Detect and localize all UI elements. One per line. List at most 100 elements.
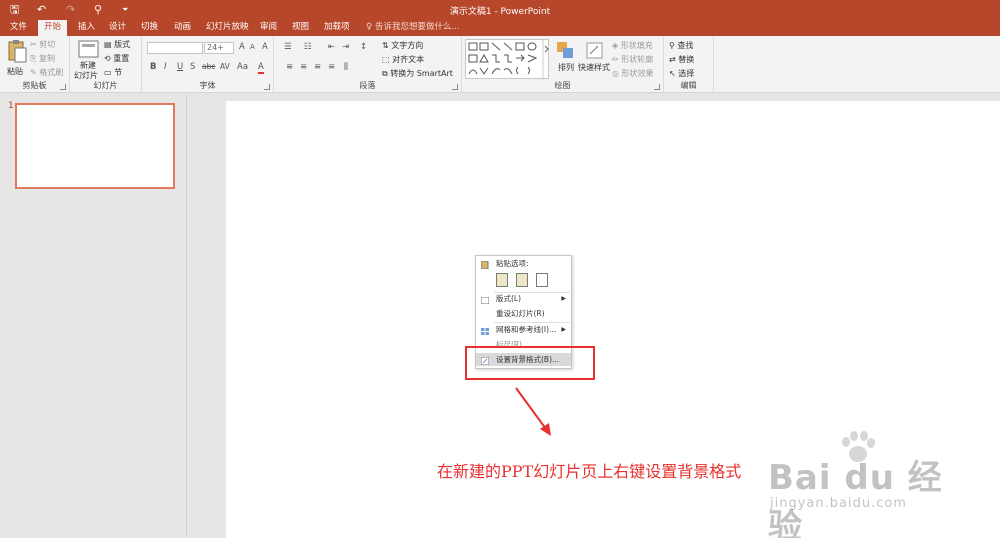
paste-use-destination-theme-icon[interactable] (496, 273, 508, 287)
tab-addins[interactable]: 加载项 (318, 20, 356, 36)
decrease-indent-icon[interactable]: ⇤ (328, 42, 335, 52)
drawing-launcher-icon[interactable] (654, 84, 660, 90)
group-font: 24+ A A A B I U S abc AV Aa A 字体 (142, 36, 274, 93)
bullets-icon[interactable]: ☰ (284, 42, 292, 52)
font-color-button[interactable]: A (258, 62, 264, 74)
align-left-icon[interactable]: ≡ (286, 62, 293, 72)
paint-bucket-icon: ◈ (612, 41, 621, 50)
grid-icon (481, 326, 489, 335)
paste-icon[interactable] (6, 40, 28, 64)
change-case-button[interactable]: Aa (237, 62, 248, 72)
smartart-button[interactable]: ⧉ 转换为 SmartArt (382, 68, 453, 79)
scissors-icon: ✂ (30, 40, 40, 49)
watermark-logo: Bai du 经验 (768, 458, 943, 538)
tell-me-text: 告诉我您想要做什么... (374, 22, 460, 32)
tab-view[interactable]: 视图 (286, 20, 315, 36)
font-name-combo[interactable] (147, 42, 203, 54)
italic-button[interactable]: I (164, 62, 167, 72)
tab-insert[interactable]: 插入 (72, 20, 101, 36)
pen-icon: ✏ (612, 55, 622, 64)
submenu-arrow-icon: ▶ (561, 295, 566, 302)
paragraph-launcher-icon[interactable] (452, 84, 458, 90)
submenu-arrow-icon: ▶ (561, 326, 566, 333)
group-slides: 新建 幻灯片 ▤ 版式 ⟲ 重置 ▭ 节 幻灯片 (70, 36, 142, 93)
find-button[interactable]: ⚲ 查找 (669, 40, 693, 51)
paragraph-group-label: 段落 (359, 81, 376, 90)
tab-slideshow[interactable]: 幻灯片放映 (200, 20, 255, 36)
highlight-box (465, 346, 595, 380)
strikethrough-button[interactable]: abc (202, 62, 215, 71)
reset-button[interactable]: ⟲ 重置 (104, 53, 129, 64)
select-button[interactable]: ↖ 选择 (669, 68, 694, 79)
clipboard-launcher-icon[interactable] (60, 84, 66, 90)
align-text-button[interactable]: ⬚ 对齐文本 (382, 54, 424, 65)
reset-icon: ⟲ (104, 54, 114, 63)
tab-review[interactable]: 审阅 (254, 20, 283, 36)
editing-group-label: 编辑 (680, 81, 697, 90)
replace-icon: ⇄ (669, 55, 679, 64)
paste-options-header: 粘贴选项: (476, 257, 571, 270)
tab-file[interactable]: 文件 (4, 20, 33, 36)
group-paragraph: ☰ ☷ ⇤ ⇥ ↕ ⇅ 文字方向 ⬚ 对齐文本 ⧉ 转换为 SmartArt ≡… (274, 36, 462, 93)
quick-styles-button[interactable]: 快速样式 (578, 62, 610, 73)
slide-thumbnail-pane: 1 (0, 94, 187, 538)
underline-button[interactable]: U (177, 62, 183, 72)
watermark-url: jingyan.baidu.com (770, 496, 907, 511)
paste-keep-text-only-icon[interactable] (535, 273, 548, 287)
text-direction-button[interactable]: ⇅ 文字方向 (382, 40, 423, 51)
layout-icon (480, 295, 490, 305)
tab-home[interactable]: 开始 (38, 20, 68, 36)
clear-format-button[interactable]: A (262, 42, 268, 52)
arrange-icon[interactable] (555, 40, 577, 64)
shadow-button[interactable]: S (190, 62, 195, 72)
font-group-label: 字体 (199, 81, 216, 90)
menu-item-layout[interactable]: 版式(L) ▶ (476, 292, 571, 305)
line-spacing-icon[interactable]: ↕ (360, 42, 367, 52)
shape-effects-button[interactable]: ◎ 形状效果 (612, 68, 654, 79)
section-button[interactable]: ▭ 节 (104, 67, 122, 78)
align-text-icon: ⬚ (382, 55, 393, 64)
shapes-gallery-icons (468, 40, 549, 80)
justify-icon[interactable]: ≡ (328, 62, 335, 72)
numbering-icon[interactable]: ☷ (304, 42, 312, 52)
font-size-combo[interactable]: 24+ (204, 42, 234, 54)
slide-number: 1 (8, 101, 14, 111)
slide-thumbnail[interactable] (15, 103, 175, 189)
paste-keep-source-format-icon[interactable] (515, 273, 528, 287)
tell-me-box[interactable]: ♀ 告诉我您想要做什么... (366, 20, 460, 36)
menu-item-reset-slide[interactable]: 重设幻灯片(R) (476, 307, 571, 320)
shrink-font-button[interactable]: A (250, 43, 255, 51)
clipboard-group-label: 剪贴板 (22, 81, 47, 90)
slides-group-label: 幻灯片 (93, 81, 118, 90)
cursor-icon: ↖ (669, 69, 679, 78)
clipboard-icon (480, 260, 489, 270)
shape-fill-button[interactable]: ◈ 形状填充 (612, 40, 653, 51)
window-title: 演示文稿1 - PowerPoint (449, 7, 551, 17)
align-right-icon[interactable]: ≡ (314, 62, 321, 72)
replace-button[interactable]: ⇄ 替换 (669, 54, 694, 65)
columns-icon[interactable]: ⫼ (344, 62, 348, 72)
format-painter-button[interactable]: ✎ 格式刷 (30, 67, 63, 78)
shapes-gallery[interactable] (465, 39, 549, 80)
menu-item-grid-guides[interactable]: 网格和参考线(I)... ▶ (476, 323, 571, 336)
cut-button[interactable]: ✂ 剪切 (30, 39, 55, 50)
grow-font-button[interactable]: A (239, 42, 245, 52)
increase-indent-icon[interactable]: ⇥ (342, 42, 349, 52)
font-launcher-icon[interactable] (264, 84, 270, 90)
layout-icon: ▤ (104, 40, 115, 49)
char-spacing-button[interactable]: AV (220, 62, 230, 71)
copy-button[interactable]: ⎘ 复制 (30, 53, 55, 64)
layout-button[interactable]: ▤ 版式 (104, 39, 130, 50)
align-center-icon[interactable]: ≡ (300, 62, 307, 72)
bold-button[interactable]: B (150, 62, 156, 72)
tab-animations[interactable]: 动画 (168, 20, 197, 36)
annotation-caption: 在新建的PPT幻灯片页上右键设置背景格式 (437, 462, 742, 481)
watermark: Bai du 经验 jingyan.baidu.com (768, 430, 958, 538)
paste-option-icons (496, 273, 553, 290)
quick-styles-icon[interactable] (584, 40, 606, 64)
arrange-button[interactable]: 排列 (558, 62, 574, 73)
tab-transitions[interactable]: 切换 (135, 20, 164, 36)
tab-design[interactable]: 设计 (103, 20, 132, 36)
shape-outline-button[interactable]: ✏ 形状轮廓 (612, 54, 653, 65)
paste-button[interactable]: 粘贴 (7, 66, 23, 77)
